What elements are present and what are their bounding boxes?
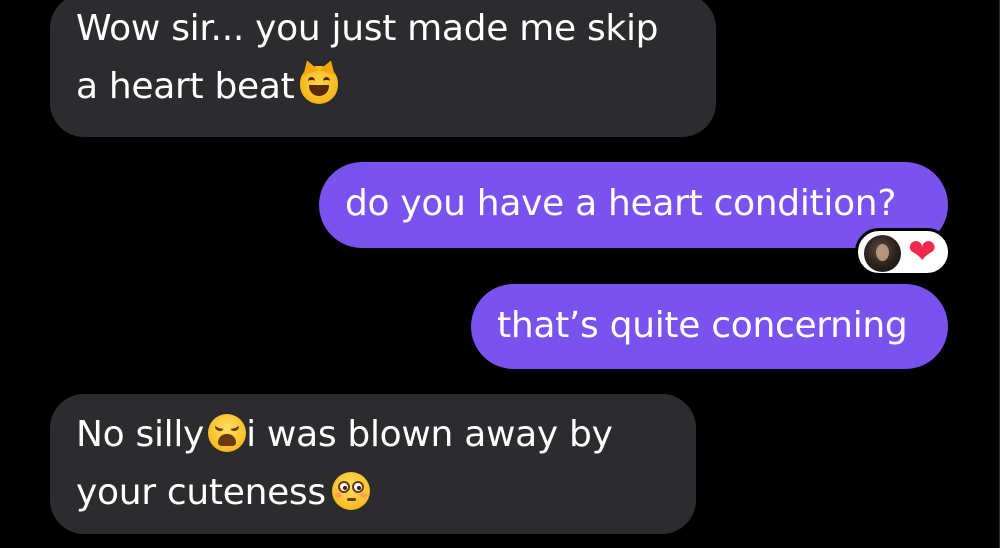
message-text-line: your cuteness — [76, 464, 670, 522]
weary-face-emoji — [208, 414, 247, 452]
message-text: a heart beat — [76, 66, 295, 107]
message-text: No silly — [76, 414, 205, 455]
message-bubble-incoming[interactable]: No silly i was blown away by your cutenes… — [50, 394, 696, 534]
message-reaction[interactable]: ❤ — [855, 228, 951, 276]
message-bubble-incoming[interactable]: Wow sir... you just made me skip a heart… — [50, 0, 716, 137]
grinning-cat-emoji — [300, 66, 339, 104]
message-text-line: No silly i was blown away by — [76, 406, 670, 464]
flushed-face-emoji — [331, 472, 370, 510]
reactor-avatar — [864, 235, 901, 272]
message-text: do you have a heart condition? — [345, 183, 897, 224]
message-text: i was blown away by — [246, 414, 613, 455]
message-bubble-outgoing[interactable]: that’s quite concerning — [471, 284, 948, 369]
message-text: that’s quite concerning — [497, 305, 908, 346]
message-text: your cuteness — [76, 472, 326, 513]
heart-icon: ❤ — [908, 232, 937, 272]
message-text-line: Wow sir... you just made me skip — [76, 8, 659, 49]
message-text-line: a heart beat — [76, 58, 690, 116]
message-bubble-outgoing[interactable]: do you have a heart condition? — [319, 162, 948, 248]
chat-thread: Wow sir... you just made me skip a heart… — [0, 0, 1000, 548]
